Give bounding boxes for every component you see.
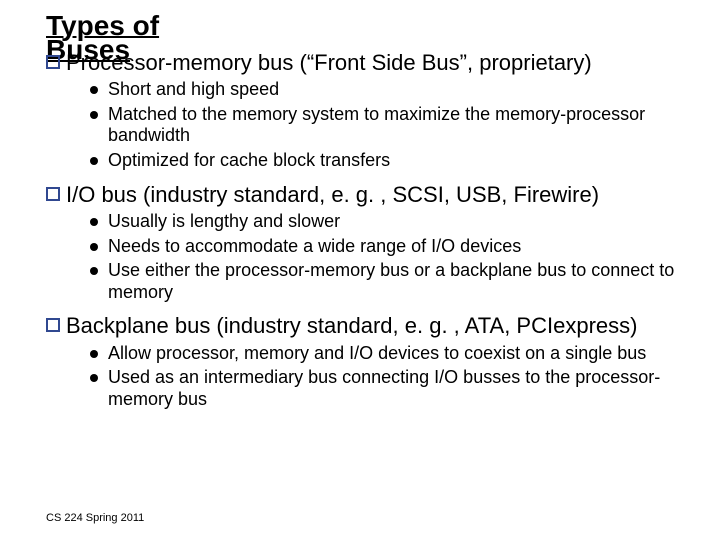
list-item: Use either the processor-memory bus or a… (90, 260, 690, 303)
section-heading-2: I/O bus (industry standard, e. g. , SCSI… (0, 182, 720, 207)
slide: Types of Buses Processor-memory bus (“Fr… (0, 0, 720, 540)
section-heading-1-text: Processor-memory bus (“Front Side Bus”, … (66, 50, 592, 75)
list-item: Optimized for cache block transfers (90, 150, 690, 172)
list-item: Used as an intermediary bus connecting I… (90, 367, 690, 410)
list-item: Matched to the memory system to maximize… (90, 104, 690, 147)
square-bullet-icon (46, 55, 60, 69)
square-bullet-icon (46, 187, 60, 201)
list-item: Short and high speed (90, 79, 690, 101)
section-2-list: Usually is lengthy and slower Needs to a… (0, 211, 720, 303)
list-item: Allow processor, memory and I/O devices … (90, 343, 690, 365)
footer-text: CS 224 Spring 2011 (46, 512, 144, 524)
section-1-list: Short and high speed Matched to the memo… (0, 79, 720, 171)
section-heading-3: Backplane bus (industry standard, e. g. … (0, 313, 720, 338)
list-item: Usually is lengthy and slower (90, 211, 690, 233)
section-heading-3-text: Backplane bus (industry standard, e. g. … (66, 313, 637, 338)
list-item: Needs to accommodate a wide range of I/O… (90, 236, 690, 258)
section-3-list: Allow processor, memory and I/O devices … (0, 343, 720, 411)
section-heading-2-text: I/O bus (industry standard, e. g. , SCSI… (66, 182, 599, 207)
square-bullet-icon (46, 318, 60, 332)
section-heading-1: Processor-memory bus (“Front Side Bus”, … (0, 50, 720, 75)
